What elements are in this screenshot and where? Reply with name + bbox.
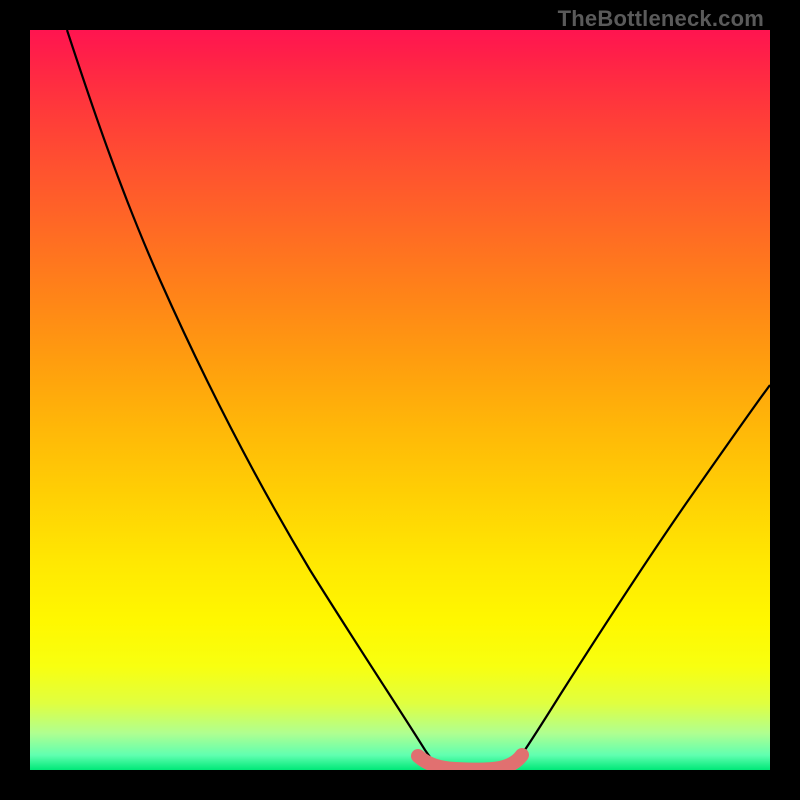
curves-svg — [30, 30, 770, 770]
left-curve — [67, 30, 438, 768]
bottom-band — [418, 755, 522, 770]
watermark-text: TheBottleneck.com — [558, 6, 764, 32]
chart-container: TheBottleneck.com — [0, 0, 800, 800]
right-curve — [511, 385, 770, 770]
plot-area — [30, 30, 770, 770]
